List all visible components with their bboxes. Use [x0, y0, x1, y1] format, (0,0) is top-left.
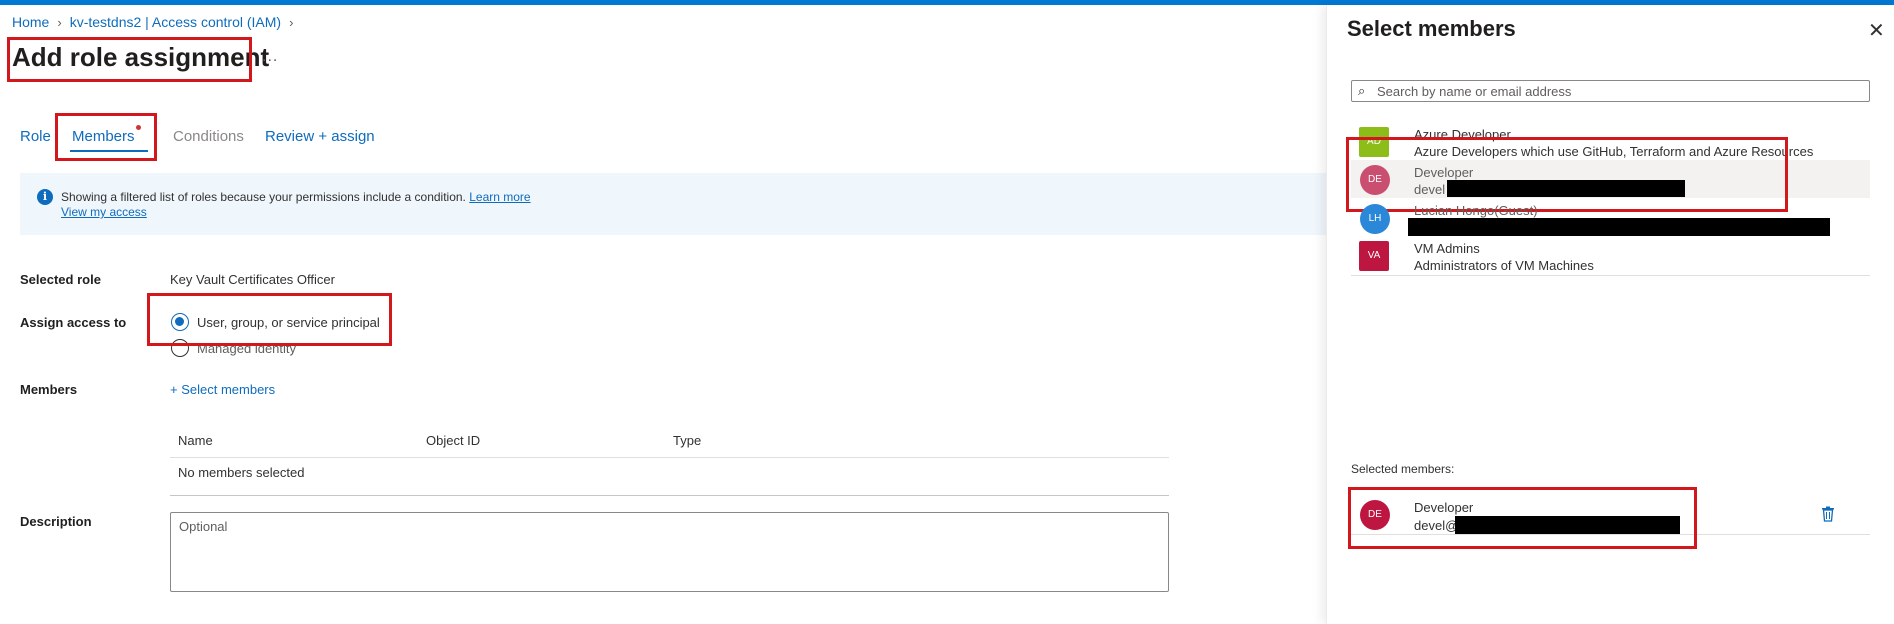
- results-divider: [1351, 275, 1870, 276]
- avatar: LH: [1360, 204, 1390, 234]
- member-name: Lucian Hongo(Guest): [1414, 203, 1538, 218]
- view-my-access-link[interactable]: View my access: [61, 205, 147, 219]
- highlight-box-selected: [1348, 487, 1697, 549]
- selected-members-label: Selected members:: [1351, 462, 1455, 476]
- tab-role[interactable]: Role: [20, 128, 51, 145]
- no-members-text: No members selected: [178, 465, 305, 480]
- column-header-type: Type: [673, 433, 702, 448]
- highlight-box-assign: [147, 293, 392, 346]
- breadcrumb-home[interactable]: Home: [12, 14, 49, 30]
- learn-more-link[interactable]: Learn more: [469, 190, 530, 204]
- selected-role-label: Selected role: [20, 272, 101, 287]
- selected-role-value: Key Vault Certificates Officer: [170, 272, 335, 287]
- description-label: Description: [20, 514, 92, 529]
- column-header-object-id: Object ID: [426, 433, 481, 448]
- breadcrumb: Home › kv-testdns2 | Access control (IAM…: [12, 14, 293, 30]
- info-message: Showing a filtered list of roles because…: [61, 190, 466, 204]
- info-icon: i: [37, 189, 53, 205]
- search-placeholder: Search by name or email address: [1377, 84, 1572, 99]
- highlight-box-title: [7, 37, 252, 82]
- panel-title: Select members: [1347, 16, 1516, 41]
- tab-conditions[interactable]: Conditions: [173, 128, 244, 145]
- tab-review-assign[interactable]: Review + assign: [265, 128, 375, 145]
- breadcrumb-resource[interactable]: kv-testdns2 | Access control (IAM): [70, 14, 281, 30]
- avatar: VA: [1359, 241, 1389, 271]
- search-icon: ⌕: [1358, 83, 1366, 98]
- members-label: Members: [20, 382, 78, 397]
- table-bottom-divider: [170, 495, 1169, 496]
- table-header-divider: [170, 457, 1169, 458]
- redaction-bar: [1408, 218, 1830, 236]
- member-description: Administrators of VM Machines: [1414, 258, 1594, 273]
- description-placeholder: Optional: [179, 519, 228, 534]
- member-name: VM Admins: [1414, 241, 1480, 256]
- description-textarea[interactable]: Optional: [170, 512, 1169, 592]
- close-icon[interactable]: ✕: [1868, 18, 1885, 43]
- column-header-name: Name: [178, 433, 213, 448]
- info-banner: [20, 173, 1330, 235]
- select-members-link[interactable]: + Select members: [170, 382, 275, 397]
- highlight-box-members-tab: [55, 113, 157, 161]
- assign-access-label: Assign access to: [20, 315, 127, 330]
- info-text: Showing a filtered list of roles because…: [61, 190, 531, 204]
- chevron-right-icon: ›: [289, 14, 294, 30]
- search-input[interactable]: ⌕ Search by name or email address: [1351, 80, 1870, 102]
- delete-icon[interactable]: [1821, 506, 1835, 522]
- more-options-button[interactable]: ...: [262, 48, 278, 66]
- chevron-right-icon: ›: [57, 14, 62, 30]
